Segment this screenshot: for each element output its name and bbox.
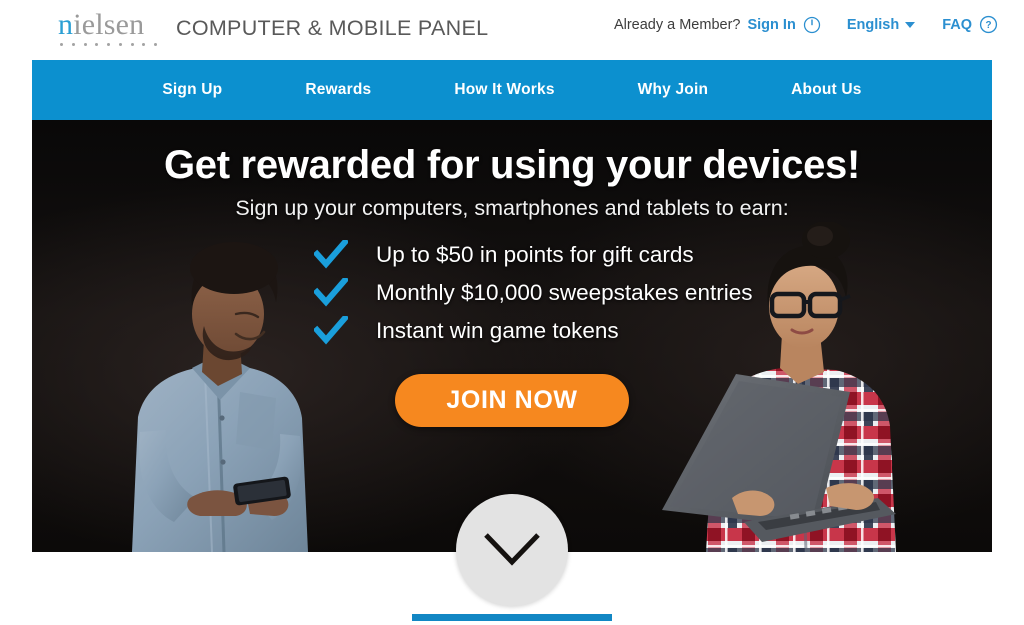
list-item: Instant win game tokens [314, 312, 752, 350]
power-icon[interactable] [803, 16, 821, 34]
panel-title: COMPUTER & MOBILE PANEL [176, 16, 489, 40]
benefit-text: Up to $50 in points for gift cards [376, 242, 694, 267]
list-item: Monthly $10,000 sweepstakes entries [314, 274, 752, 312]
chevron-down-icon [905, 21, 916, 28]
hero-benefits-list: Up to $50 in points for gift cards Month… [314, 236, 752, 350]
logo-dot [118, 43, 122, 46]
chevron-down-icon [484, 533, 540, 566]
benefit-text: Monthly $10,000 sweepstakes entries [376, 280, 753, 305]
question-circle-icon[interactable]: ? [979, 15, 998, 34]
site-header: nielsen COMPUTER & MOBILE PANEL Already … [0, 0, 1024, 60]
logo-dot [142, 43, 146, 46]
member-prompt-label: Already a Member? [613, 16, 741, 33]
logo-dot [60, 43, 63, 46]
nav-item-rewards[interactable]: Rewards [295, 75, 381, 105]
svg-text:?: ? [985, 20, 991, 31]
logo-rest: ielsen [73, 8, 145, 41]
benefit-text: Instant win game tokens [376, 318, 619, 343]
nielsen-logo[interactable]: nielsen [58, 8, 162, 46]
logo-dot [83, 43, 87, 46]
hero-headline: Get rewarded for using your devices! [163, 143, 861, 187]
logo-wordmark: nielsen [58, 10, 162, 40]
man-with-smartphone-photo [132, 242, 308, 552]
logo-dot [95, 43, 99, 46]
landing-page: nielsen COMPUTER & MOBILE PANEL Already … [0, 0, 1024, 625]
logo-initial: n [58, 8, 74, 41]
logo-dots-decoration [58, 43, 157, 46]
logo-dot [71, 43, 75, 46]
sign-in-link[interactable]: Sign In [747, 17, 795, 33]
nav-item-about-us[interactable]: About Us [781, 75, 871, 105]
scroll-down-button[interactable] [456, 494, 568, 606]
header-utilities: Already a Member? Sign In English FAQ ? [614, 15, 998, 34]
logo-dot [154, 43, 157, 46]
hero-banner: Get rewarded for using your devices! Sig… [32, 120, 992, 552]
logo-dot [107, 43, 110, 46]
language-label: English [846, 16, 900, 33]
check-icon [314, 240, 348, 270]
brand-block[interactable]: nielsen COMPUTER & MOBILE PANEL [58, 8, 488, 46]
join-now-button[interactable]: JOIN NOW [395, 374, 629, 427]
nav-item-how-it-works[interactable]: How It Works [444, 75, 564, 105]
check-icon [314, 316, 348, 346]
faq-link[interactable]: FAQ [942, 17, 972, 33]
list-item: Up to $50 in points for gift cards [314, 236, 752, 274]
main-navigation: Sign Up Rewards How It Works Why Join Ab… [32, 60, 992, 120]
language-selector[interactable]: English [846, 16, 916, 33]
nav-item-why-join[interactable]: Why Join [628, 75, 719, 105]
section-divider-rule [412, 614, 612, 621]
logo-dot [130, 43, 134, 46]
nav-item-sign-up[interactable]: Sign Up [152, 75, 232, 105]
hero-subheadline: Sign up your computers, smartphones and … [235, 196, 789, 220]
check-icon [314, 278, 348, 308]
